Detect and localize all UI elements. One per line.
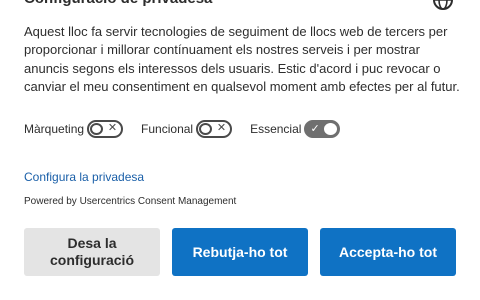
- close-icon: ✕: [216, 122, 227, 134]
- switch-knob: [324, 123, 338, 135]
- toggle-essential: Essencial ✓: [250, 120, 341, 138]
- toggle-functional-label: Funcional: [141, 122, 194, 136]
- globe-icon[interactable]: [432, 0, 454, 11]
- accept-all-button[interactable]: Accepta-ho tot: [320, 228, 456, 276]
- toggle-essential-label: Essencial: [250, 122, 302, 136]
- close-icon: ✕: [107, 122, 118, 134]
- toggle-marketing: Màrqueting ✕: [24, 120, 124, 138]
- switch-knob: [199, 123, 213, 135]
- banner-title: Configuració de privadesa: [24, 0, 212, 9]
- banner-header: Configuració de privadesa: [24, 0, 464, 11]
- consent-toggles: Màrqueting ✕ Funcional ✕ Essencial ✓: [24, 119, 358, 139]
- consent-description: Aquest lloc fa servir tecnologies de seg…: [24, 24, 460, 95]
- action-buttons: Desa la configuració Rebutja-ho tot Acce…: [24, 228, 456, 276]
- essential-switch: ✓: [304, 120, 341, 138]
- toggle-functional: Funcional ✕: [141, 120, 233, 138]
- marketing-switch[interactable]: ✕: [87, 120, 124, 138]
- toggle-marketing-label: Màrqueting: [24, 122, 85, 136]
- deny-all-button[interactable]: Rebutja-ho tot: [172, 228, 308, 276]
- powered-by-text: Powered by Usercentrics Consent Manageme…: [24, 196, 237, 207]
- functional-switch[interactable]: ✕: [196, 120, 233, 138]
- switch-knob: [90, 123, 104, 135]
- save-settings-button[interactable]: Desa la configuració: [24, 228, 160, 276]
- check-icon: ✓: [310, 123, 320, 135]
- privacy-settings-link[interactable]: Configura la privadesa: [24, 170, 144, 184]
